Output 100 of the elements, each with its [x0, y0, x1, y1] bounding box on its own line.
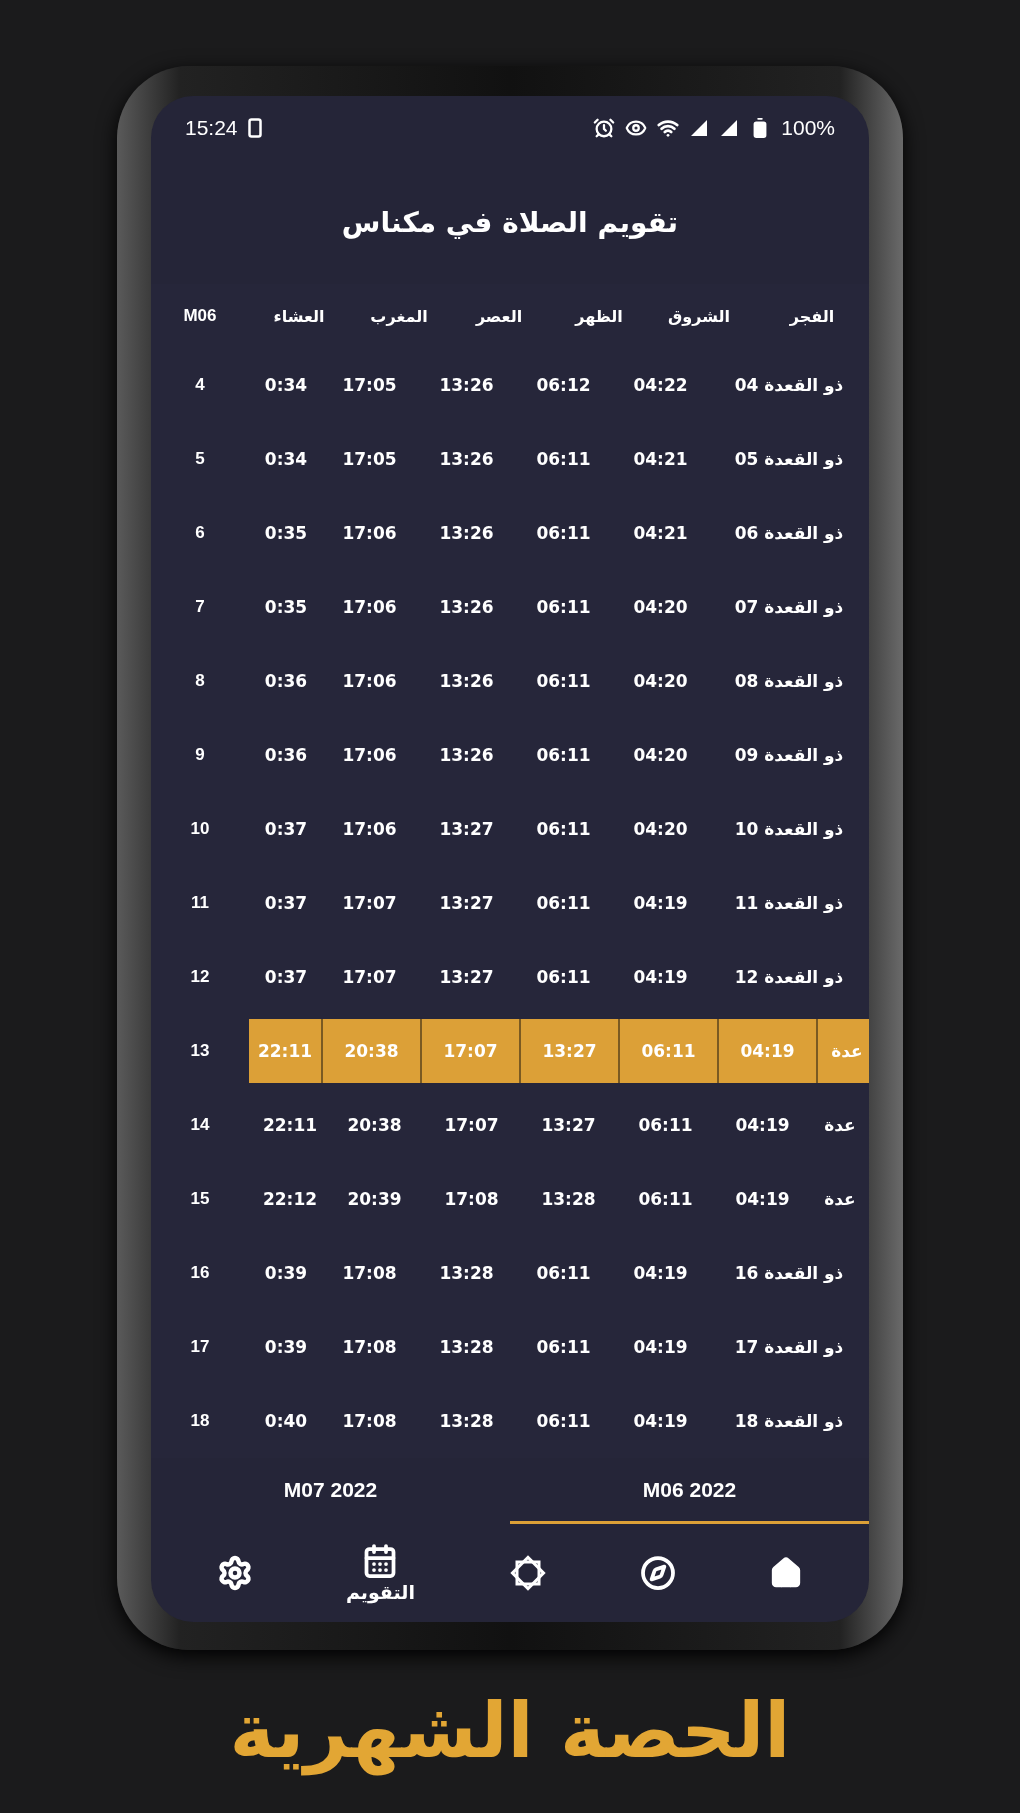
table-cell-text: 06:11	[535, 1262, 592, 1285]
table-cell-text: 17:08	[341, 1336, 398, 1359]
day-number: 5	[194, 449, 206, 469]
table-cell-text: 0:36	[263, 744, 309, 767]
table-cell-text: 17:06	[341, 596, 398, 619]
table-cell-text: 06:11	[535, 1410, 592, 1433]
table-cell-text: 06:11	[535, 596, 592, 619]
table-cell-text: 17:08	[341, 1410, 398, 1433]
table-cell-text: 06:11	[535, 1336, 592, 1359]
table-cell-text: 22:12	[261, 1188, 319, 1211]
table-cell-text: 17:07	[443, 1114, 500, 1137]
column-header: العشاء	[272, 306, 326, 326]
table-cell-text: 13:27	[438, 892, 495, 915]
table-cell-text: 17:07	[341, 966, 398, 989]
month-tab[interactable]: M06 2022	[510, 1458, 869, 1524]
table-cell-text: 20:38	[346, 1114, 403, 1137]
table-cell-text: 04:20	[632, 670, 689, 693]
table-cell-text: 12 ذو القعدة	[733, 966, 845, 989]
table-cell: 13:27	[521, 1019, 618, 1083]
table-cell-text: 0:34	[263, 448, 309, 471]
table-cell: 22:11	[249, 1019, 321, 1083]
table-cell: 17:07	[422, 1019, 519, 1083]
column-header: العصر	[474, 306, 524, 326]
signal-icon	[689, 118, 710, 138]
day-number: 14	[189, 1115, 211, 1135]
table-cell-text: 04:19	[632, 1410, 689, 1433]
table-cell-text: 13:27	[438, 818, 495, 841]
wifi-icon	[657, 117, 680, 139]
table-cell-text: 04:19	[632, 892, 689, 915]
table-cell-text: 20:39	[346, 1188, 403, 1211]
day-number: 15	[189, 1189, 211, 1209]
table-cell-text: 13:27	[540, 1114, 597, 1137]
day-number: 11	[190, 893, 210, 913]
table-cell: عدة	[818, 1019, 869, 1083]
table-cell-text: 0:37	[263, 892, 309, 915]
table-cell-text: 17:08	[443, 1188, 500, 1211]
table-cell-text: 17:06	[341, 522, 398, 545]
table-cell-text: 04:20	[632, 818, 689, 841]
table-cell-text: 0:36	[263, 670, 309, 693]
day-number: 6	[194, 523, 206, 543]
day-number: 13	[189, 1041, 211, 1061]
table-cell-text: 13:26	[438, 522, 495, 545]
table-cell-text: 06:11	[637, 1188, 694, 1211]
table-cell-text: 06:11	[535, 744, 592, 767]
column-header: الفجر	[788, 306, 836, 326]
table-cell-text: 0:39	[263, 1262, 309, 1285]
table-cell-text: 07 ذو القعدة	[733, 596, 845, 619]
table-cell-text: 17:05	[341, 448, 398, 471]
day-number: 10	[189, 819, 211, 839]
day-number: 17	[189, 1337, 211, 1357]
nav-item[interactable]	[640, 1555, 677, 1591]
day-number: 4	[194, 375, 206, 395]
day-number: 16	[189, 1263, 211, 1283]
table-cell-text: 13:28	[438, 1336, 495, 1359]
day-number: 8	[194, 671, 206, 691]
table-cell-text: 04:19	[734, 1188, 791, 1211]
table-cell: 20:38	[323, 1019, 420, 1083]
nav-item[interactable]: التقويم	[345, 1543, 415, 1603]
table-cell-text: 06:11	[535, 892, 592, 915]
settings-icon	[217, 1555, 254, 1591]
table-cell-text: 04:20	[632, 596, 689, 619]
table-cell-text: 17:05	[341, 374, 398, 397]
day-number: 12	[189, 967, 211, 987]
table-cell-text: 22:11	[261, 1114, 319, 1137]
table-cell-text: 0:39	[263, 1336, 309, 1359]
signal-icon	[719, 118, 740, 138]
alarm-icon	[593, 117, 616, 139]
table-cell-text: 06:11	[535, 818, 592, 841]
table-cell-text: 0:35	[263, 596, 309, 619]
column-header: الشروق	[667, 306, 731, 326]
table-cell-text: 0:35	[263, 522, 309, 545]
table-cell: 04:19	[719, 1019, 816, 1083]
table-cell-text: 16 ذو القعدة	[733, 1262, 845, 1285]
table-cell-text: 06:11	[535, 670, 592, 693]
table-cell-text: 13:26	[438, 448, 495, 471]
table-cell-text: 17:06	[341, 818, 398, 841]
table-cell-text: 0:34	[263, 374, 309, 397]
day-number: 18	[189, 1411, 211, 1431]
table-cell-text: 10 ذو القعدة	[733, 818, 845, 841]
nav-item[interactable]	[217, 1555, 254, 1591]
caption: الحصة الشهرية	[229, 1686, 791, 1775]
compass-icon	[640, 1555, 677, 1591]
table-cell-text: 04:21	[632, 448, 689, 471]
table-cell-text: 04:21	[632, 522, 689, 545]
table-cell-text: 06:11	[637, 1114, 694, 1137]
table-cell-text: 13:28	[540, 1188, 597, 1211]
table-cell-text: عدة	[823, 1188, 857, 1211]
table-cell-text: 04:19	[632, 1262, 689, 1285]
table-cell-text: 04:20	[632, 744, 689, 767]
month-tab[interactable]: M07 2022	[151, 1458, 510, 1524]
day-number: 9	[194, 745, 206, 765]
table-cell-text: 13:26	[438, 670, 495, 693]
table-cell-text: 13:28	[438, 1410, 495, 1433]
table-cell-text: 0:37	[263, 818, 309, 841]
column-header: المغرب	[369, 306, 429, 326]
table-cell-text: 09 ذو القعدة	[733, 744, 845, 767]
table-cell-text: 17 ذو القعدة	[733, 1336, 845, 1359]
table-cell-text: 0:40	[263, 1410, 309, 1433]
status-time: 15:24	[185, 116, 238, 140]
column-header: الظهر	[573, 306, 624, 326]
